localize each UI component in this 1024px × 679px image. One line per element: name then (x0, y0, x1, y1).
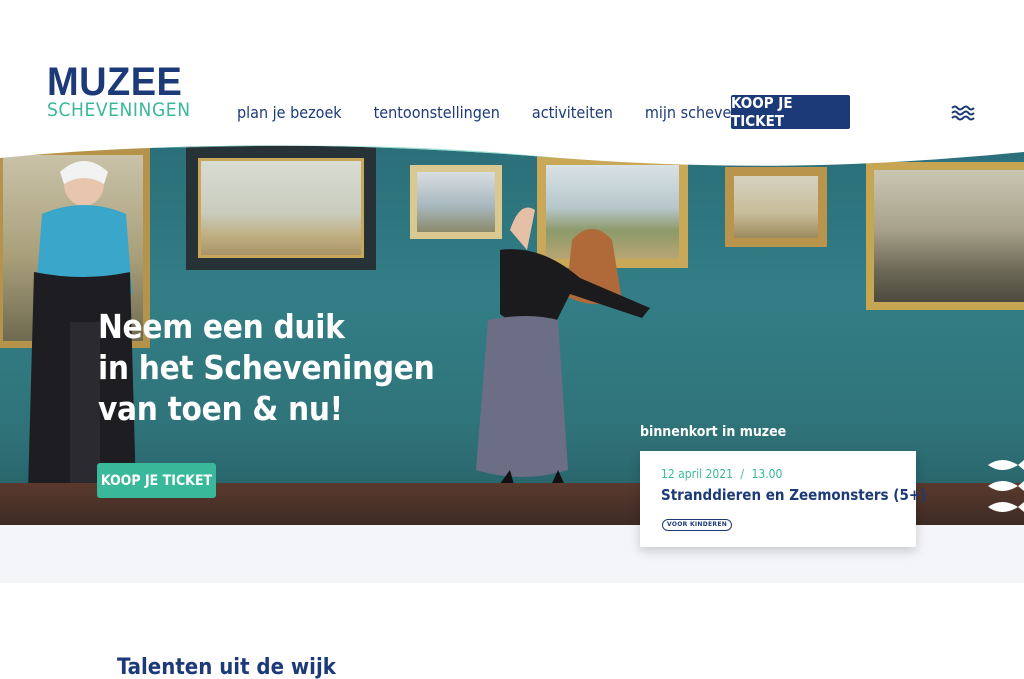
upcoming-label: binnenkort in muzee (640, 424, 787, 440)
hero-ticket-button[interactable]: KOOP JE TICKET (97, 463, 216, 498)
fish-icon (988, 460, 1024, 512)
nav-tentoonstellingen[interactable]: tentoonstellingen (374, 103, 500, 122)
event-date-time: 13.00 (751, 467, 783, 481)
hero-title-line-2: in het Scheveningen (98, 348, 435, 387)
hero-title-line-1: Neem een duik (98, 307, 345, 346)
section-heading: Talenten uit de wijk (117, 655, 336, 679)
event-title[interactable]: Stranddieren en Zeemonsters (5+) (661, 486, 926, 504)
painting-harbor-right (866, 162, 1024, 310)
hero-title-line-3: van toen & nu! (98, 389, 343, 428)
header-ticket-button[interactable]: KOOP JE TICKET (731, 94, 850, 130)
main-nav: plan je bezoek tentoonstellingen activit… (237, 95, 813, 129)
event-card[interactable]: 12 april 2021 / 13.00 Stranddieren en Ze… (640, 451, 926, 547)
nav-activiteiten[interactable]: activiteiten (532, 103, 613, 122)
event-tag-badge: VOOR KINDEREN (662, 519, 733, 531)
nav-plan-je-bezoek[interactable]: plan je bezoek (237, 103, 342, 122)
header-wave-divider (0, 140, 1024, 166)
hero-title: Neem een duik in het Scheveningen van to… (98, 306, 458, 429)
event-date: 12 april 2021 / 13.00 (661, 467, 782, 481)
logo-wordmark-top: MUZEE (47, 60, 183, 104)
menu-waves-icon[interactable] (951, 103, 975, 123)
event-date-separator: / (740, 467, 745, 481)
event-date-day: 12 april 2021 (661, 467, 733, 481)
muzee-logo[interactable]: MUZEE SCHEVENINGEN (47, 60, 190, 124)
site-header: MUZEE SCHEVENINGEN plan je bezoek tentoo… (0, 0, 1024, 160)
